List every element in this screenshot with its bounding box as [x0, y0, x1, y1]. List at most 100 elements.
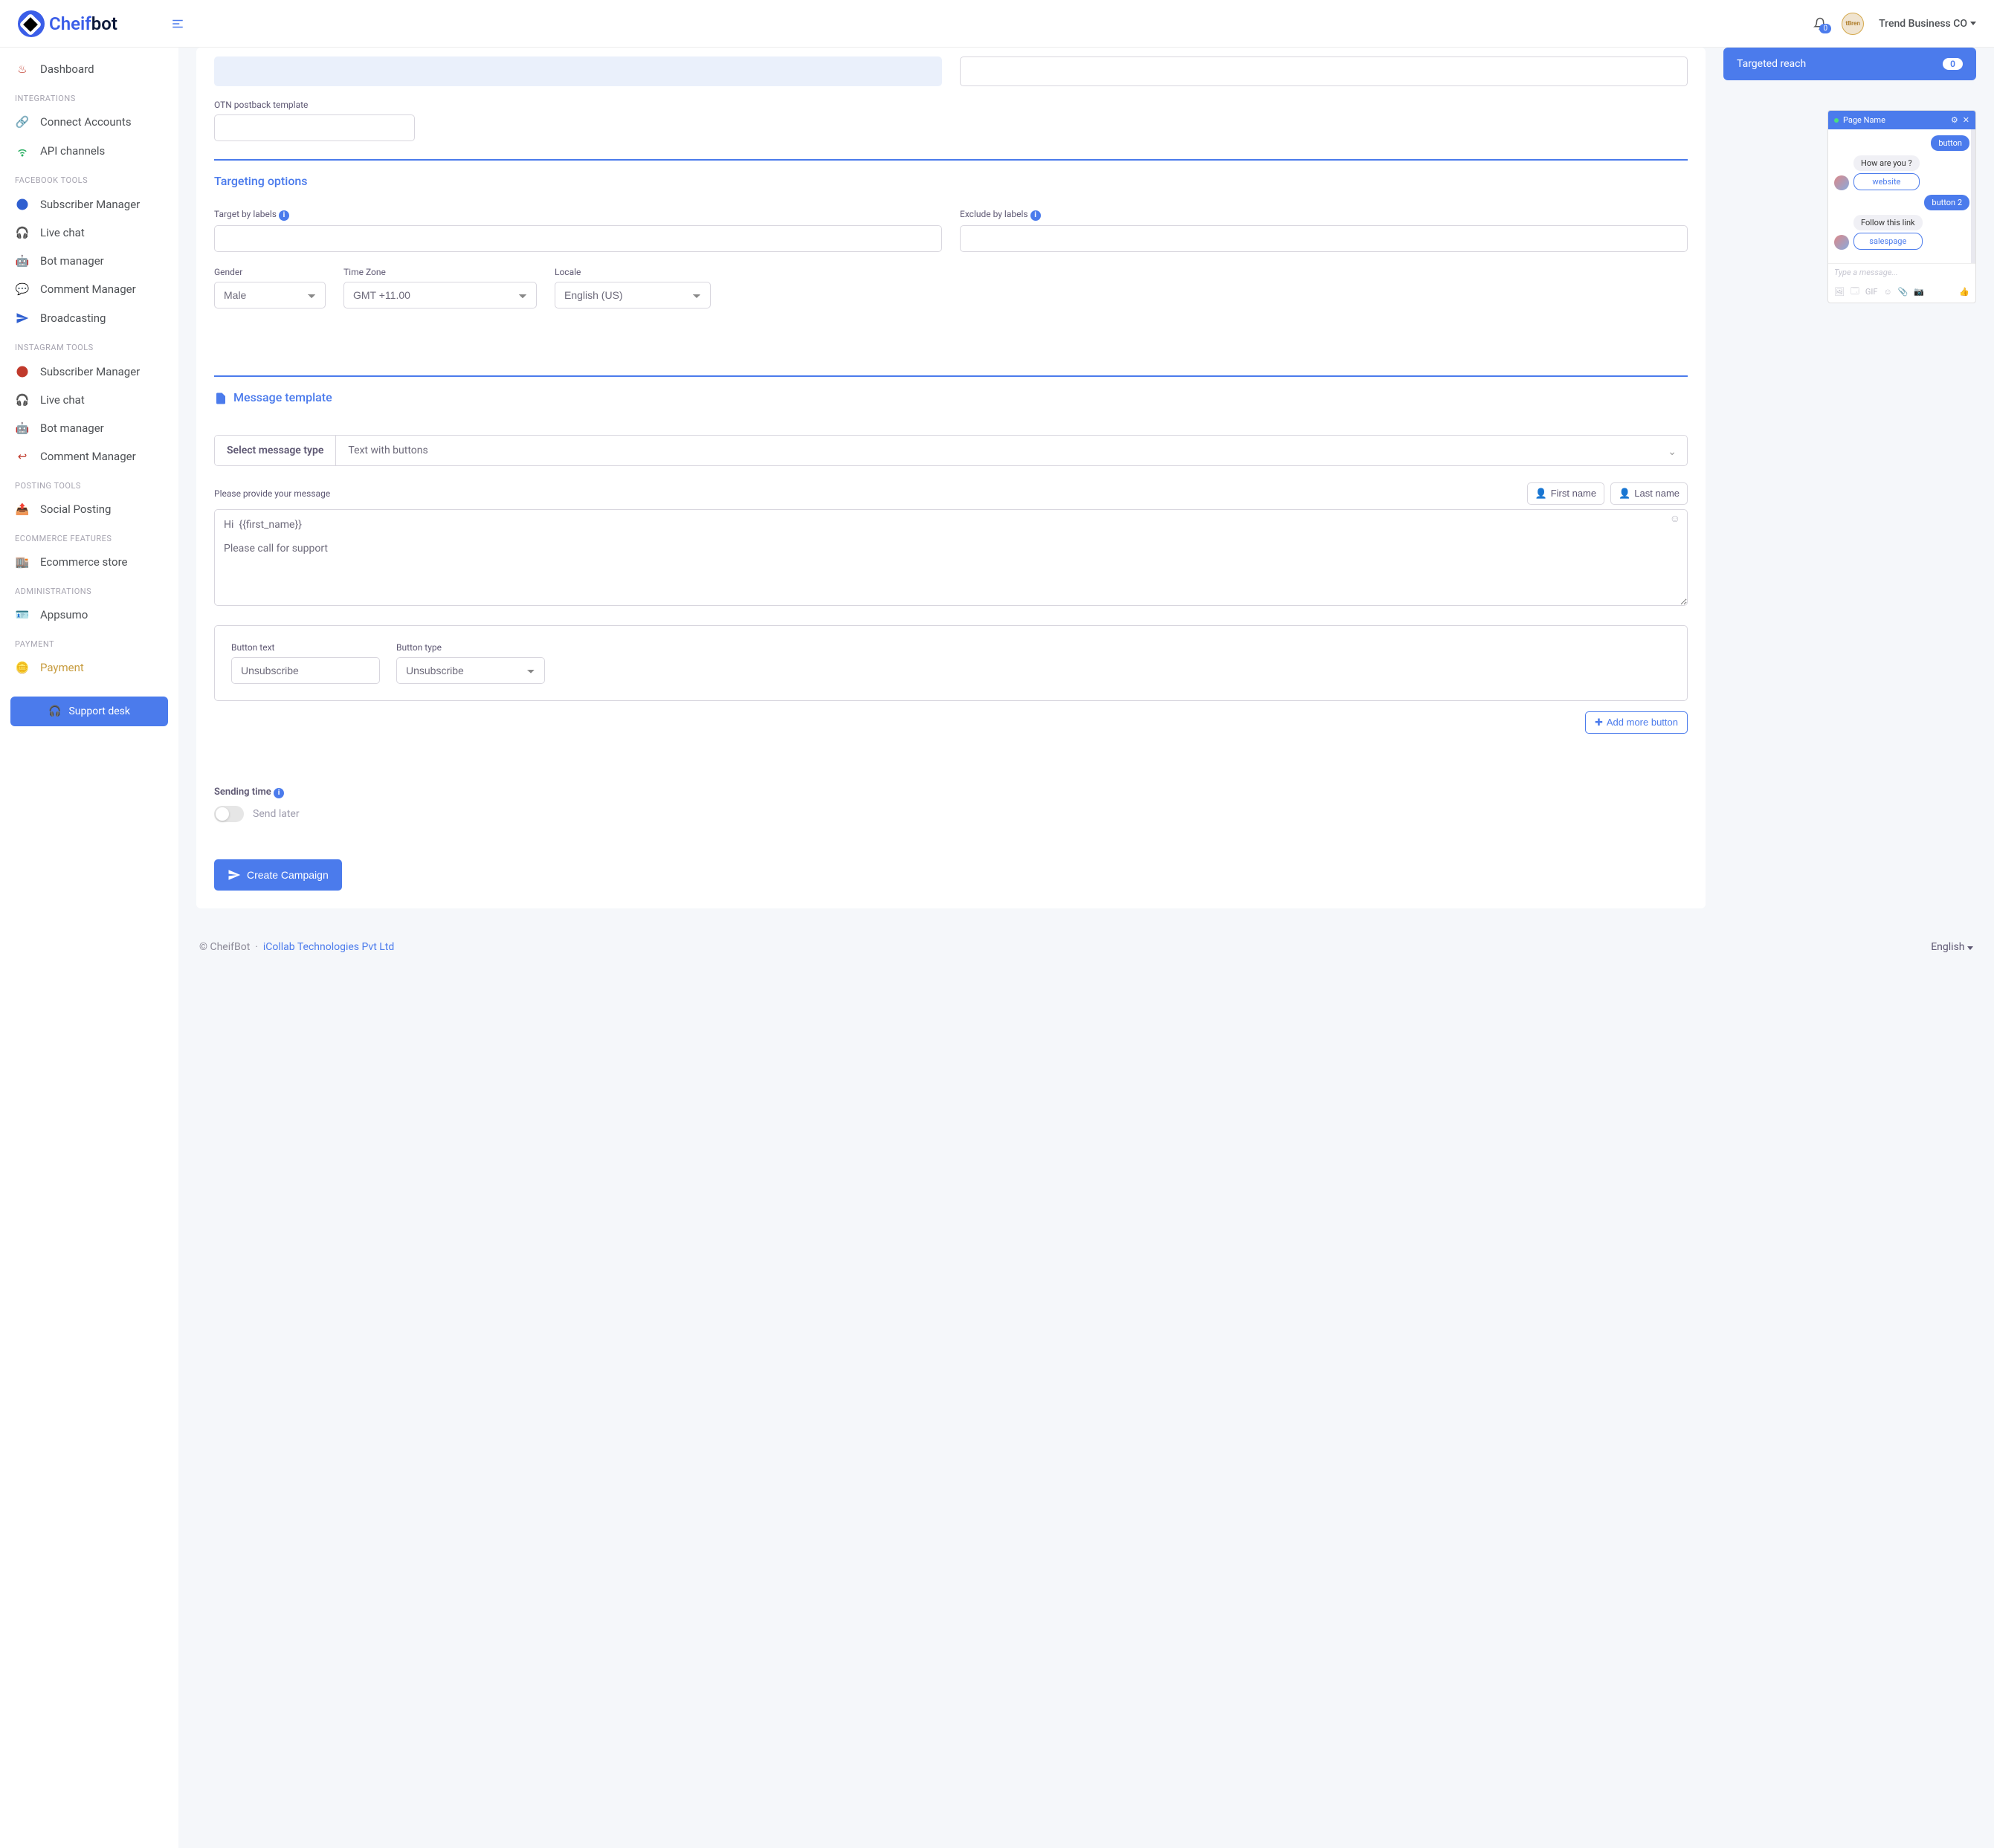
info-icon[interactable]: i [279, 210, 289, 221]
support-desk-button[interactable]: 🎧 Support desk [10, 697, 168, 726]
sidebar-item-connect-accounts[interactable]: 🔗 Connect Accounts [0, 108, 178, 136]
otn-label: OTN postback template [214, 100, 1688, 110]
coins-icon: 🪙 [15, 661, 30, 674]
info-icon[interactable]: i [1030, 210, 1041, 221]
gear-icon[interactable]: ⚙ [1951, 115, 1958, 125]
message-type-select[interactable]: Select message type Text with buttons ⌄ [214, 435, 1688, 466]
caret-down-icon [1970, 22, 1976, 25]
user-avatar[interactable]: tBren [1842, 13, 1864, 35]
sidebar-label: Bot manager [40, 254, 104, 268]
company-dropdown[interactable]: Trend Business CO [1879, 18, 1976, 30]
message-type-value: Text with buttons [348, 445, 427, 456]
button-type-select[interactable]: Unsubscribe [396, 657, 545, 684]
otn-input[interactable] [214, 114, 415, 141]
sidebar-item-social-posting[interactable]: 📤Social Posting [0, 495, 178, 523]
sidebar: ♨Dashboard INTEGRATIONS 🔗 Connect Account… [0, 48, 178, 1848]
camera-icon[interactable]: 📷 [1914, 287, 1924, 297]
sidebar-item-fb-livechat[interactable]: 🎧Live chat [0, 219, 178, 247]
locale-select[interactable]: English (US) [555, 282, 711, 308]
language-select[interactable]: English [1931, 941, 1973, 953]
divider [214, 375, 1688, 377]
sidebar-item-fb-broadcast[interactable]: Broadcasting [0, 303, 178, 332]
sidebar-label: API channels [40, 144, 105, 158]
sidebar-section-payment: PAYMENT [0, 629, 178, 653]
emoji-picker-icon[interactable]: ☺ [1670, 512, 1680, 525]
sidebar-item-ecommerce[interactable]: 🏬Ecommerce store [0, 548, 178, 576]
sidebar-item-ig-subscriber[interactable]: Subscriber Manager [0, 357, 178, 386]
sidebar-label: Broadcasting [40, 311, 106, 325]
exclude-by-labels-input[interactable] [960, 225, 1688, 252]
emoji-icon[interactable]: ☺ [1883, 287, 1891, 297]
last-name-button[interactable]: 👤Last name [1610, 482, 1688, 505]
avatar-icon [1834, 235, 1849, 250]
target-by-labels-input[interactable] [214, 225, 942, 252]
headset-icon: 🎧 [48, 705, 61, 717]
sidebar-label: Subscriber Manager [40, 365, 140, 378]
targeted-reach-value: 0 [1943, 58, 1963, 70]
preview-bubble: button 2 [1924, 195, 1969, 210]
logo-mark-icon [18, 10, 45, 37]
plus-icon: ✚ [1595, 717, 1603, 728]
sidebar-item-dashboard[interactable]: ♨Dashboard [0, 55, 178, 83]
send-later-toggle[interactable] [214, 806, 244, 822]
attachment-icon[interactable]: 📎 [1898, 287, 1909, 297]
top-field-left[interactable] [214, 56, 942, 86]
logo[interactable]: Cheifbot [18, 10, 117, 37]
button-type-label: Button type [396, 642, 545, 653]
sidebar-label: Ecommerce store [40, 555, 127, 569]
footer: © CheifBot · iCollab Technologies Pvt Lt… [178, 926, 1994, 968]
sidebar-label: Connect Accounts [40, 115, 132, 129]
preview-input[interactable]: Type a message... [1828, 263, 1975, 281]
headset-icon: 🎧 [15, 393, 30, 407]
reply-icon: ↩ [15, 450, 30, 463]
support-desk-label: Support desk [68, 705, 130, 717]
chevron-down-icon: ⌄ [1668, 446, 1677, 458]
targeting-options-title: Targeting options [214, 174, 1688, 188]
info-icon[interactable]: i [274, 788, 284, 798]
headset-icon: 🎧 [15, 226, 30, 239]
chat-preview: Page Name ⚙ ✕ button How are you ? websi… [1827, 110, 1976, 303]
button-text-input[interactable] [231, 657, 380, 684]
sidebar-section-integrations: INTEGRATIONS [0, 83, 178, 108]
sidebar-item-appsumo[interactable]: 🪪Appsumo [0, 601, 178, 629]
footer-company-link[interactable]: iCollab Technologies Pvt Ltd [263, 941, 394, 953]
comments-icon: 💬 [15, 282, 30, 296]
sticker-icon[interactable]: 🗔 [1851, 285, 1859, 299]
sidebar-item-ig-botmanager[interactable]: 🤖Bot manager [0, 414, 178, 442]
flame-icon: ♨ [15, 62, 30, 76]
send-icon [15, 311, 30, 325]
sidebar-item-ig-livechat[interactable]: 🎧Live chat [0, 386, 178, 414]
sidebar-label: Subscriber Manager [40, 198, 140, 211]
sidebar-item-fb-botmanager[interactable]: 🤖Bot manager [0, 247, 178, 275]
message-template-title: Message template [214, 390, 1688, 405]
add-more-button[interactable]: ✚Add more button [1585, 711, 1688, 734]
exclude-by-labels-label: Exclude by labels i [960, 209, 1688, 221]
sidebar-item-fb-comment[interactable]: 💬Comment Manager [0, 275, 178, 303]
preview-header: Page Name ⚙ ✕ [1828, 111, 1975, 129]
user-icon [15, 197, 30, 211]
gif-icon[interactable]: GIF [1865, 287, 1878, 297]
close-icon[interactable]: ✕ [1963, 115, 1969, 125]
top-field-right[interactable] [960, 56, 1688, 86]
gender-select[interactable]: Male [214, 282, 326, 308]
footer-copyright: © CheifBot [199, 941, 250, 953]
notification-count: 0 [1819, 24, 1831, 33]
sidebar-item-api-channels[interactable]: API channels [0, 136, 178, 165]
button-text-label: Button text [231, 642, 380, 653]
notifications-icon[interactable]: 0 [1813, 17, 1827, 30]
sidebar-item-fb-subscriber[interactable]: Subscriber Manager [0, 190, 178, 219]
message-type-label: Select message type [215, 436, 336, 465]
menu-toggle-icon[interactable] [171, 17, 184, 30]
message-textarea[interactable] [214, 509, 1688, 606]
message-label: Please provide your message [214, 488, 330, 499]
timezone-select[interactable]: GMT +11.00 [343, 282, 537, 308]
sidebar-item-payment[interactable]: 🪙Payment [0, 653, 178, 682]
create-campaign-button[interactable]: Create Campaign [214, 859, 342, 891]
image-icon[interactable]: 🖼 [1834, 287, 1845, 297]
link-icon: 🔗 [15, 115, 30, 129]
preview-link-button[interactable]: salespage [1853, 233, 1923, 250]
like-icon[interactable]: 👍 [1959, 287, 1969, 297]
sidebar-item-ig-comment[interactable]: ↩Comment Manager [0, 442, 178, 471]
first-name-button[interactable]: 👤First name [1527, 482, 1605, 505]
preview-link-button[interactable]: website [1853, 173, 1920, 190]
